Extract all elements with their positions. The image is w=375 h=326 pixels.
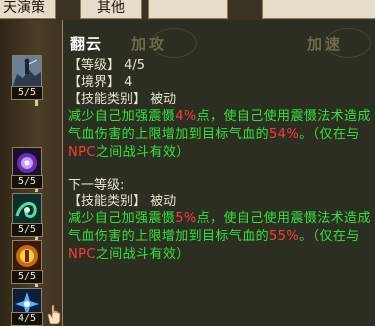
desc-text: 之间战斗有效） [95, 247, 190, 262]
next-type-line: 【技能类别】 被动 [68, 194, 176, 210]
desc-value: 54% [269, 127, 300, 142]
figure-on-cliff-icon [13, 56, 41, 86]
desc-text: 之间战斗有效） [95, 145, 190, 160]
skill-count-1: 5/5 [11, 86, 43, 100]
skill-tooltip: 翻云 加攻 加速 【等级】 4/5 【境界】 4 【技能类别】 被动 减少自己加… [62, 20, 375, 326]
tag-speed: 加速 [307, 35, 344, 53]
desc-value: 4% [175, 109, 197, 124]
golden-aura-icon [13, 241, 41, 271]
level-value: 4/5 [124, 58, 146, 73]
desc-value: 5% [175, 211, 197, 226]
tooltip-header: 翻云 加攻 加速 [63, 20, 375, 58]
desc-text: 减少自己加强震慑 [68, 211, 176, 226]
next-level-description: 减少自己加强震慑5%点，使自己使用震慑法术造成气血伤害的上限增加到目标气血的55… [68, 210, 374, 264]
skill-count-2: 5/5 [11, 175, 43, 189]
desc-npc: NPC [68, 145, 96, 160]
level-line: 【等级】 4/5 [68, 58, 145, 74]
realm-value: 4 [124, 75, 133, 90]
desc-text: 。（仅在与 [299, 127, 360, 142]
next-level-label: 下一等级: [68, 178, 125, 193]
purple-orb-icon [13, 148, 41, 178]
desc-text: 。（仅在与 [299, 229, 360, 244]
tab-blank-1[interactable] [148, 0, 228, 19]
desc-value: 55% [269, 229, 300, 244]
type-line: 【技能类别】 被动 [68, 92, 176, 108]
skill-slot-4[interactable] [12, 240, 42, 272]
tab-strip: 天演策 其他 [0, 0, 375, 20]
slot-stem [35, 100, 38, 106]
skill-slot-1[interactable] [12, 55, 42, 87]
desc-text: 减少自己加强震慑 [68, 109, 176, 124]
type-value: 被动 [150, 92, 177, 107]
tab-other[interactable]: 其他 [80, 0, 142, 19]
tab-tianyance[interactable]: 天演策 [0, 0, 56, 19]
slot-stem [35, 189, 38, 192]
realm-label: 【境界】 [68, 75, 121, 90]
desc-npc: NPC [68, 247, 96, 262]
green-swirl-icon [13, 194, 41, 224]
skill-name: 翻云 [70, 35, 103, 53]
skill-count-4: 5/5 [11, 270, 43, 284]
level-label: 【等级】 [68, 58, 121, 73]
realm-line: 【境界】 4 [68, 75, 132, 91]
tag-attack: 加攻 [131, 35, 168, 53]
type-label: 【技能类别】 [68, 92, 147, 107]
type-value: 被动 [150, 194, 177, 209]
skill-slot-3[interactable] [12, 193, 42, 225]
skill-count-5: 4/5 [11, 312, 43, 326]
slot-stem [35, 284, 38, 287]
skill-column: 5/5 5/5 5/5 5/5 4/5 [0, 20, 62, 326]
current-level-description: 减少自己加强震慑4%点，使自己使用震慑法术造成气血伤害的上限增加到目标气血的54… [68, 108, 374, 162]
tab-blank-2[interactable] [262, 0, 375, 19]
type-label: 【技能类别】 [68, 194, 147, 209]
skill-count-3: 5/5 [11, 223, 43, 237]
